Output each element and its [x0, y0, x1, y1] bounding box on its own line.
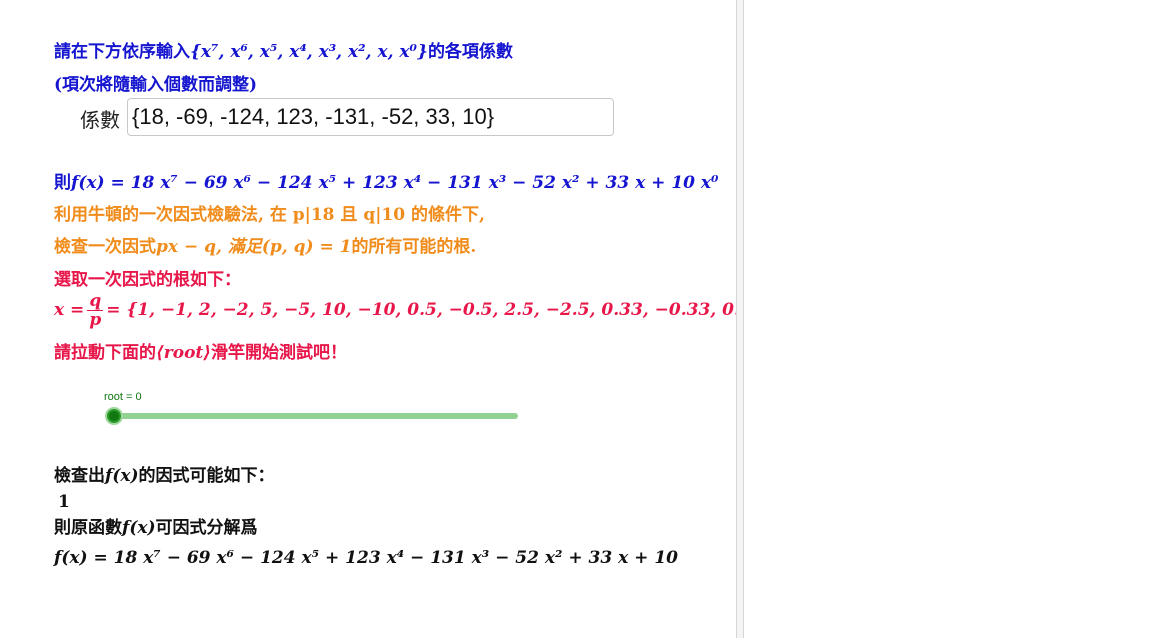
drag-suffix: 滑竿開始測試吧！ — [211, 343, 348, 363]
root-slider-track[interactable] — [114, 413, 518, 419]
roots-lhs: x = — [54, 300, 85, 320]
instruction-suffix: 的各項係數 — [427, 42, 513, 62]
right-panel — [744, 0, 1161, 638]
root-slider-caption: root = 0 — [104, 391, 142, 403]
function-expression: 則f(x) = 18 x⁷ − 69 x⁶ − 124 x⁵ + 123 x⁴ … — [54, 172, 718, 194]
instruction-text: 請在下方依序輸入{x⁷, x⁶, x⁵, x⁴, x³, x², x, x⁰}的… — [54, 41, 513, 63]
roots-list: x = q p = {1, −1, 2, −2, 5, −5, 10, −10, 0.… — [54, 290, 736, 330]
newton-test-line2: 檢查一次因式px − q, 滿足(p, q) = 1的所有可能的根. — [54, 236, 476, 258]
instruction-note: (項次將隨輸入個數而調整) — [54, 75, 258, 95]
factorization-heading: 則原函數f(x)可因式分解爲 — [54, 517, 258, 539]
instruction-prefix: 請在下方依序輸入 — [54, 42, 190, 62]
instruction-power-set: {x⁷, x⁶, x⁵, x⁴, x³, x², x, x⁰} — [190, 42, 428, 62]
factor-heading-fx: f(x) — [105, 466, 139, 486]
factorization-fx: f(x) — [122, 518, 156, 538]
function-prefix: 則 — [54, 173, 71, 193]
coefficients-input[interactable]: {18, -69, -124, 123, -131, -52, 33, 10} — [127, 98, 614, 136]
factorization-result: f(x) = 18 x⁷ − 69 x⁶ − 124 x⁵ + 123 x⁴ −… — [54, 548, 678, 568]
graphics-view[interactable]: 請在下方依序輸入{x⁷, x⁶, x⁵, x⁴, x³, x², x, x⁰}的… — [0, 0, 736, 638]
newton-test-prefix: 檢查一次因式 — [54, 237, 156, 257]
view-split-divider[interactable] — [736, 0, 744, 638]
newton-test-line1: 利用牛頓的一次因式檢驗法, 在 p|18 且 q|10 的條件下, — [54, 205, 485, 225]
roots-heading: 選取一次因式的根如下： — [54, 270, 241, 290]
factor-heading-prefix: 檢查出 — [54, 466, 105, 486]
newton-test-suffix: 的所有可能的根. — [351, 237, 477, 257]
roots-values: = {1, −1, 2, −2, 5, −5, 10, −10, 0.5, −0… — [106, 300, 736, 320]
function-formula: f(x) = 18 x⁷ − 69 x⁶ − 124 x⁵ + 123 x⁴ −… — [71, 173, 719, 193]
factor-heading-suffix: 的因式可能如下： — [138, 466, 275, 486]
root-slider-handle[interactable] — [107, 409, 121, 423]
fraction-numerator: q — [87, 291, 104, 311]
factorization-prefix: 則原函數 — [54, 518, 122, 538]
factor-heading: 檢查出f(x)的因式可能如下： — [54, 465, 275, 487]
drag-prefix: 請拉動下面的 — [54, 343, 156, 363]
drag-root-symbol: ⟨root⟩ — [156, 343, 212, 363]
coefficients-label: 係數 — [80, 108, 120, 132]
roots-fraction: qp — [87, 291, 104, 330]
newton-test-math: px − q, 滿足(p, q) = 1 — [156, 237, 352, 257]
factorization-suffix: 可因式分解爲 — [155, 518, 258, 538]
found-factor: 1 — [58, 492, 70, 512]
fraction-denominator: p — [89, 310, 102, 330]
drag-instruction: 請拉動下面的⟨root⟩滑竿開始測試吧！ — [54, 342, 347, 364]
